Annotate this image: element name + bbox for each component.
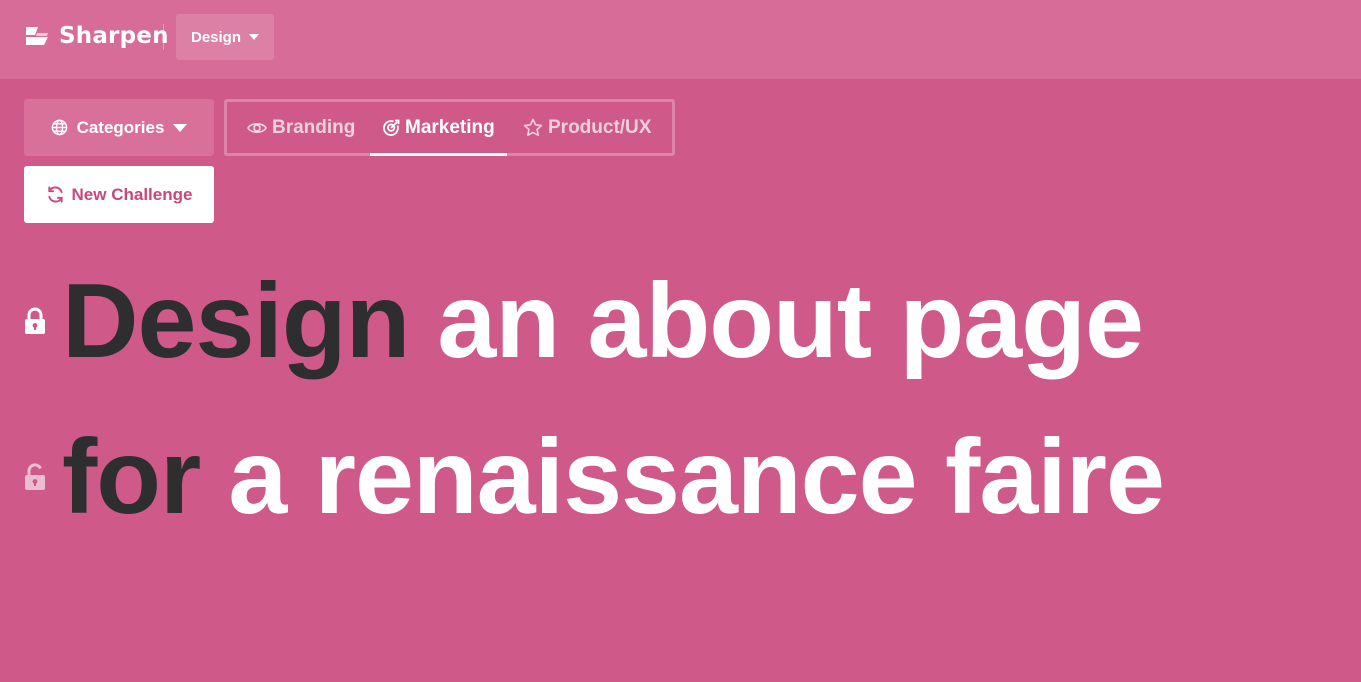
divider: [163, 24, 164, 50]
active-tab-indicator: [370, 153, 507, 156]
refresh-icon: [46, 185, 65, 204]
unlock-icon[interactable]: [24, 463, 46, 491]
challenge-verb: Design: [62, 261, 410, 380]
challenge-line-2: for a renaissance faire: [24, 418, 1165, 536]
category-tabs: Branding Marketing Product/UX: [224, 99, 675, 156]
target-icon: [382, 119, 400, 137]
tab-label: Branding: [272, 116, 356, 138]
challenge-audience: a renaissance faire: [228, 417, 1165, 536]
tab-branding[interactable]: Branding: [247, 102, 355, 153]
design-dropdown[interactable]: Design: [176, 14, 274, 60]
caret-down-icon: [173, 123, 188, 132]
design-dropdown-label: Design: [190, 28, 241, 46]
globe-icon: [51, 119, 68, 136]
tab-product-ux[interactable]: Product/UX: [523, 102, 651, 153]
tab-label: Marketing: [405, 116, 495, 138]
brand-logo[interactable]: Sharpen: [24, 22, 169, 50]
challenge-line-1: Design an about page: [24, 262, 1144, 380]
eye-icon: [247, 120, 267, 136]
top-bar: Sharpen Design: [0, 0, 1361, 79]
categories-dropdown[interactable]: Categories: [24, 99, 214, 156]
caret-down-icon: [249, 34, 259, 40]
tab-label: Product/UX: [548, 116, 652, 138]
brand-name: Sharpen: [59, 23, 169, 49]
challenge-object: an about page: [437, 261, 1144, 380]
tab-marketing[interactable]: Marketing: [382, 102, 495, 153]
new-challenge-button[interactable]: New Challenge: [24, 166, 214, 223]
sharpen-logo-icon: [24, 26, 50, 46]
lock-icon[interactable]: [24, 307, 46, 335]
challenge-preposition: for: [62, 417, 201, 536]
categories-label: Categories: [76, 117, 165, 137]
new-challenge-label: New Challenge: [71, 184, 193, 204]
star-icon: [523, 118, 543, 137]
